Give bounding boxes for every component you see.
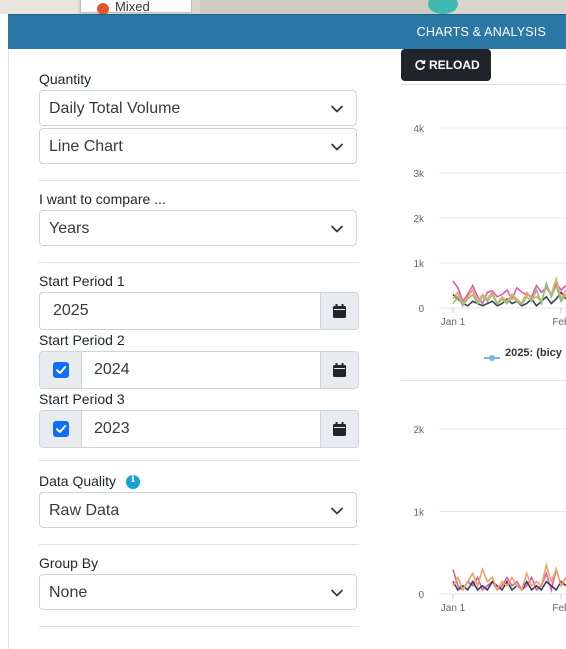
group-by-label: Group By: [39, 555, 99, 571]
chevron-down-icon: [331, 143, 343, 151]
start-period-3-checkbox[interactable]: [53, 421, 69, 437]
compare-select-value: Years: [49, 220, 90, 237]
chevron-down-icon: [331, 225, 343, 233]
y-tick-label: 2k: [413, 425, 425, 436]
start-period-2-toggle[interactable]: [40, 352, 82, 388]
calendar-icon: [333, 422, 346, 436]
y-tick-label: 0: [418, 590, 424, 601]
divider: [39, 544, 359, 545]
map-tile: [0, 0, 78, 14]
quantity-select-value: Daily Total Volume: [49, 100, 181, 117]
chart-2-svg[interactable]: 2k 1k 0 Jan 1 Feb: [389, 49, 566, 639]
header-title[interactable]: CHARTS & ANALYSIS: [417, 25, 546, 39]
group-by-select[interactable]: None: [39, 574, 357, 610]
x-tick-label: Jan 1: [441, 603, 466, 614]
x-tick-label: Feb: [552, 603, 566, 614]
start-period-1-label: Start Period 1: [39, 273, 125, 289]
start-period-3-input[interactable]: 2023: [94, 420, 130, 438]
start-period-1-calendar-button[interactable]: [320, 293, 358, 329]
map-popup-label: Mixed: [115, 0, 150, 14]
start-period-2-label: Start Period 2: [39, 332, 125, 348]
check-icon: [56, 366, 67, 374]
chart-type-select-value: Line Chart: [49, 138, 123, 155]
start-period-3-label: Start Period 3: [39, 391, 125, 407]
chart-type-select[interactable]: Line Chart: [39, 128, 357, 164]
map-popup: Mixed: [80, 0, 192, 14]
divider: [39, 262, 359, 263]
quantity-select[interactable]: Daily Total Volume: [39, 90, 357, 126]
group-by-select-value: None: [49, 584, 88, 601]
calendar-icon: [333, 363, 346, 377]
data-quality-label: Data Quality: [39, 473, 117, 489]
data-quality-select[interactable]: Raw Data: [39, 492, 357, 528]
header-bar: CHARTS & ANALYSIS: [8, 14, 566, 50]
start-period-1-group: 2025: [39, 292, 359, 330]
start-period-1-input[interactable]: 2025: [53, 302, 89, 320]
compare-label: I want to compare ...: [39, 191, 166, 207]
calendar-icon: [333, 304, 346, 318]
info-icon[interactable]: i: [126, 474, 140, 489]
start-period-3-calendar-button[interactable]: [320, 411, 358, 447]
chart-settings-panel: Quantity Daily Total Volume Line Chart I…: [8, 49, 390, 649]
map-road: [200, 0, 440, 14]
compare-select[interactable]: Years: [39, 210, 357, 246]
y-tick-label: 1k: [413, 508, 425, 519]
chevron-down-icon: [331, 589, 343, 597]
map-background[interactable]: Mixed: [0, 0, 566, 14]
chevron-down-icon: [331, 507, 343, 515]
divider: [39, 626, 359, 627]
start-period-3-group: 2023: [39, 410, 359, 448]
check-icon: [56, 425, 67, 433]
charts-panel: RELOAD 4k3k2k1k0Jan 1Feb 2025: (bicy 2k1…: [389, 49, 566, 649]
start-period-2-calendar-button[interactable]: [320, 352, 358, 388]
chevron-down-icon: [331, 105, 343, 113]
start-period-2-input[interactable]: 2024: [94, 361, 130, 379]
divider: [39, 180, 359, 181]
quantity-label: Quantity: [39, 71, 92, 87]
start-period-2-group: 2024: [39, 351, 359, 389]
divider: [39, 460, 359, 461]
start-period-3-toggle[interactable]: [40, 411, 82, 447]
category-dot-icon: [97, 3, 109, 14]
data-quality-select-value: Raw Data: [49, 502, 120, 519]
start-period-2-checkbox[interactable]: [53, 362, 69, 378]
